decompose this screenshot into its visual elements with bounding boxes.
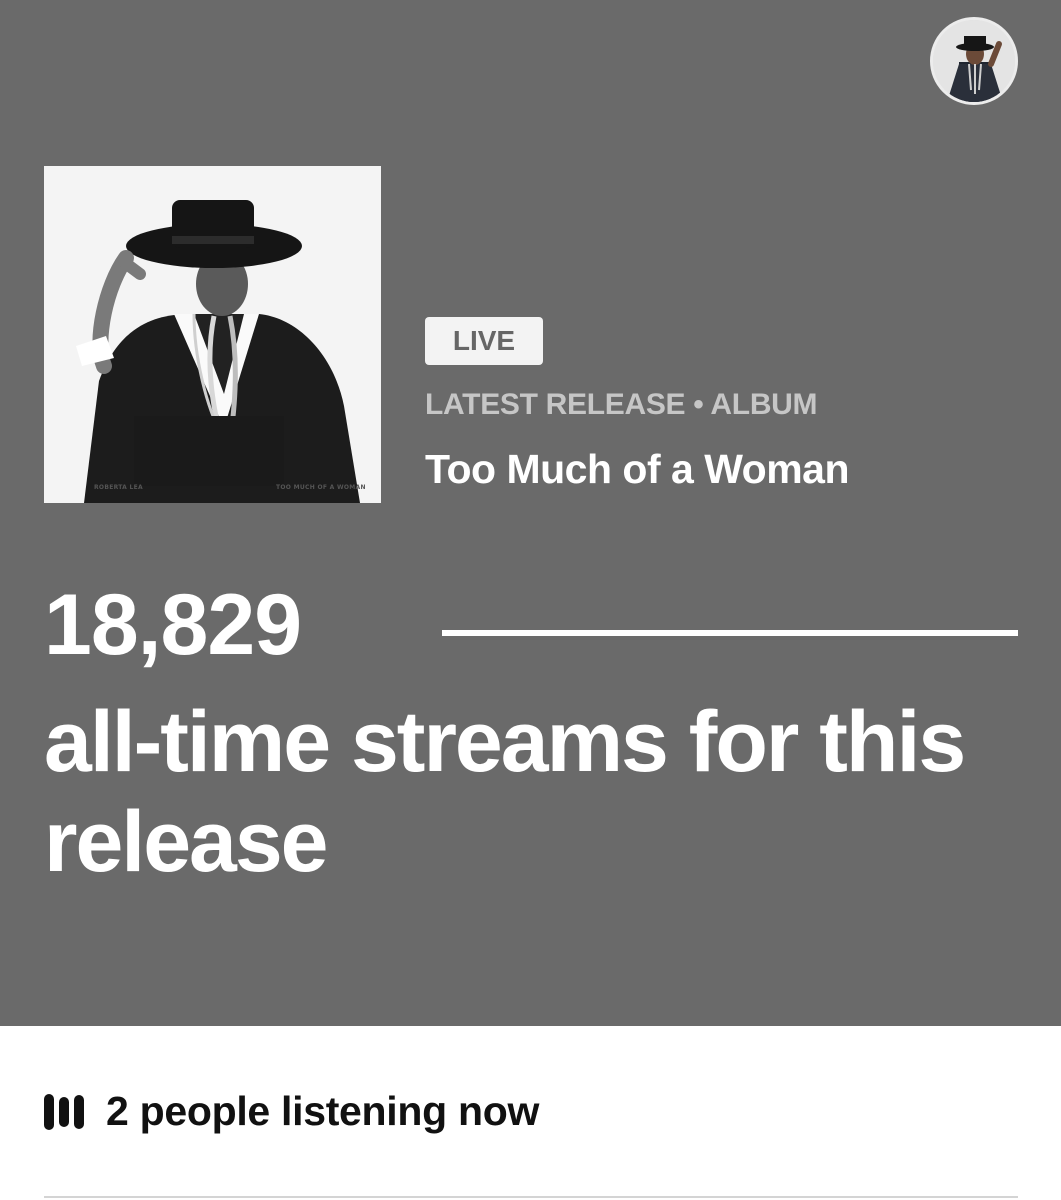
- listening-bars-icon: [44, 1093, 84, 1130]
- avatar-photo: [933, 20, 1015, 102]
- stream-caption: all-time streams for this release: [44, 694, 966, 890]
- cover-title-text: TOO MUCH OF A WOMAN: [276, 484, 366, 491]
- latest-release-card: ROBERTA LEA TOO MUCH OF A WOMAN LIVE LAT…: [0, 0, 1061, 1026]
- stream-count-rule: [442, 630, 1018, 636]
- cover-artist-text: ROBERTA LEA: [94, 484, 143, 491]
- artist-avatar[interactable]: [930, 17, 1018, 105]
- listening-now-text: 2 people listening now: [106, 1088, 540, 1134]
- album-cover-art: [44, 166, 381, 503]
- album-cover[interactable]: ROBERTA LEA TOO MUCH OF A WOMAN: [44, 166, 381, 503]
- listening-now-row: 2 people listening now: [44, 1088, 539, 1135]
- live-badge: LIVE: [425, 317, 543, 365]
- divider: [44, 1196, 1018, 1198]
- stream-count: 18,829: [44, 577, 302, 673]
- release-title[interactable]: Too Much of a Woman: [425, 446, 850, 493]
- release-type-label: LATEST RELEASE • ALBUM: [425, 388, 818, 421]
